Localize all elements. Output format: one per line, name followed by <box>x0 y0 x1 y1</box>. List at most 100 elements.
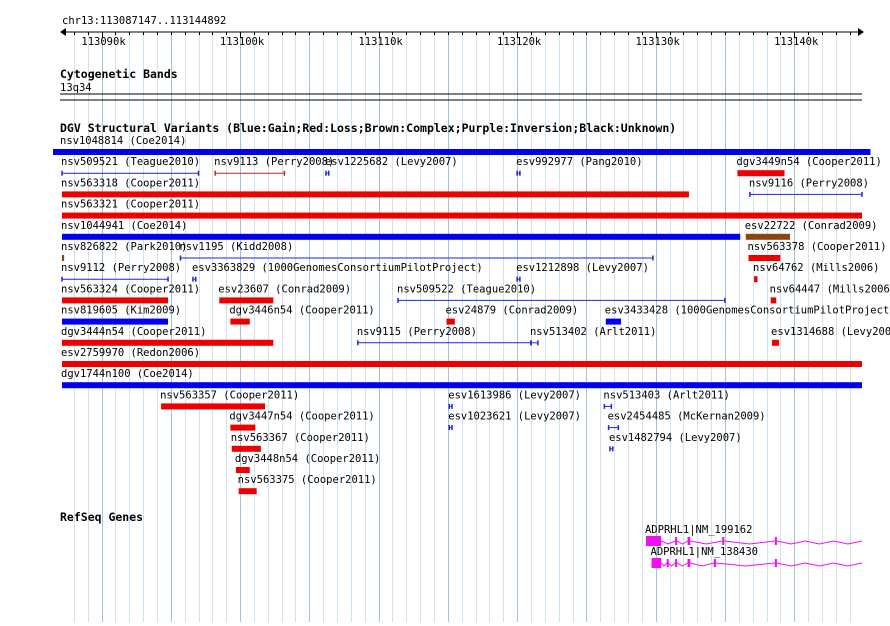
dgv-feature[interactable]: nsv1044941 (Coe2014) <box>61 220 741 240</box>
dgv-feature[interactable]: nsv819605 (Kim2009) <box>61 305 181 325</box>
cytoband-track: Cytogenetic Bands 13q34 <box>60 67 862 101</box>
dgv-feature[interactable]: esv3433428 (1000GenomesConsortiumPilotPr… <box>605 305 890 325</box>
dgv-feature-label: esv2454485 (McKernan2009) <box>608 411 766 423</box>
dgv-feature[interactable]: esv992977 (Pang2010) <box>516 156 643 176</box>
dgv-features: nsv1048814 (Coe2014) nsv509521 (Teague201… <box>53 135 890 495</box>
dgv-feature[interactable]: esv2454485 (McKernan2009) <box>608 411 766 431</box>
refseq-track: RefSeq Genes ADPRHL1|NM_199162 ADPRHL1|NM… <box>60 510 863 568</box>
dgv-feature-label: dgv3448n54 (Cooper2011) <box>235 453 380 465</box>
dgv-feature-label: nsv563321 (Cooper2011) <box>61 199 200 211</box>
dgv-feature[interactable]: nsv1048814 (Coe2014) <box>53 135 871 155</box>
dgv-feature[interactable]: nsv563357 (Cooper2011) <box>160 389 299 410</box>
dgv-feature-label: nsv64447 (Mills2006) <box>770 283 890 295</box>
dgv-feature[interactable]: nsv1195 (Kidd2008) <box>179 241 654 261</box>
exon <box>722 537 725 545</box>
dgv-feature[interactable]: nsv509522 (Teague2010) <box>397 283 726 303</box>
dgv-feature-bar <box>235 467 250 473</box>
exon <box>687 559 691 567</box>
dgv-feature-label: nsv563324 (Cooper2011) <box>61 283 200 295</box>
cytoband-track-title: Cytogenetic Bands <box>60 67 178 81</box>
dgv-feature-bar <box>230 424 256 431</box>
dgv-feature-bar <box>62 382 862 389</box>
dgv-feature-label: esv3363829 (1000GenomesConsortiumPilotPr… <box>192 262 483 274</box>
dgv-feature-label: nsv509521 (Teague2010) <box>61 156 200 168</box>
dgv-feature[interactable]: esv2759970 (Redon2006) <box>61 347 862 367</box>
dgv-feature[interactable]: esv1613986 (Levy2007) <box>448 389 581 409</box>
refseq-track-title: RefSeq Genes <box>60 510 143 524</box>
dgv-feature[interactable]: dgv3444n54 (Cooper2011) <box>61 326 274 346</box>
dgv-feature-bar <box>605 318 622 325</box>
ruler-tick-label: 113130k <box>636 36 681 48</box>
dgv-feature-label: esv992977 (Pang2010) <box>516 156 642 168</box>
dgv-feature[interactable]: esv1314688 (Levy2007) <box>771 326 890 346</box>
intron <box>776 540 863 545</box>
dgv-feature[interactable]: nsv826822 (Park2010) <box>61 241 187 261</box>
exon <box>675 559 678 567</box>
dgv-feature-label: esv1212898 (Levy2007) <box>516 262 649 274</box>
exon <box>774 537 777 545</box>
ruler-tick-label: 113090k <box>81 36 126 48</box>
intron <box>690 540 723 545</box>
dgv-feature[interactable]: nsv563324 (Cooper2011) <box>61 283 200 304</box>
dgv-feature[interactable]: esv24879 (Conrad2009) <box>445 305 578 325</box>
dgv-feature[interactable]: nsv563321 (Cooper2011) <box>61 199 862 219</box>
dgv-feature-bar <box>62 297 169 304</box>
dgv-feature-label: dgv3449n54 (Cooper2011) <box>736 156 881 168</box>
intron <box>661 540 676 545</box>
dgv-feature-label: esv23607 (Conrad2009) <box>218 283 351 295</box>
dgv-feature[interactable]: nsv513402 (Arlt2011) <box>530 326 656 346</box>
dgv-feature-bar <box>737 170 785 177</box>
dgv-feature-bar <box>62 339 274 346</box>
dgv-feature-label: nsv1048814 (Coe2014) <box>60 135 186 147</box>
dgv-feature[interactable]: nsv9113 (Perry2008) <box>214 156 334 176</box>
dgv-feature-bar <box>161 403 266 410</box>
dgv-feature[interactable]: nsv9115 (Perry2008) <box>357 326 532 346</box>
dgv-feature[interactable]: dgv3447n54 (Cooper2011) <box>229 411 375 431</box>
dgv-feature[interactable]: esv1225682 (Levy2007) <box>325 156 458 176</box>
exon <box>666 559 669 567</box>
dgv-feature-label: dgv3444n54 (Cooper2011) <box>61 326 206 338</box>
dgv-feature[interactable]: dgv3449n54 (Cooper2011) <box>736 156 882 177</box>
dgv-feature[interactable]: dgv3448n54 (Cooper2011) <box>235 453 380 473</box>
dgv-feature[interactable]: nsv513403 (Arlt2011) <box>603 389 730 409</box>
dgv-feature[interactable]: nsv64447 (Mills2006) <box>770 283 890 304</box>
dgv-feature-bar <box>231 445 261 452</box>
dgv-feature-label: dgv3447n54 (Cooper2011) <box>229 411 374 423</box>
intron <box>715 562 775 567</box>
dgv-feature[interactable]: esv22722 (Conrad2009) <box>745 220 878 240</box>
dgv-feature[interactable]: nsv509521 (Teague2010) <box>61 156 200 176</box>
intron <box>676 540 688 545</box>
dgv-feature[interactable]: nsv563367 (Cooper2011) <box>231 432 370 452</box>
dgv-feature[interactable]: esv23607 (Conrad2009) <box>218 283 351 304</box>
dgv-feature[interactable]: esv1023621 (Levy2007) <box>448 411 581 431</box>
dgv-feature-bar <box>53 149 871 155</box>
dgv-feature-label: esv24879 (Conrad2009) <box>445 305 578 317</box>
dgv-feature-bar <box>446 318 455 325</box>
dgv-feature-label: esv3433428 (1000GenomesConsortiumPilotPr… <box>605 305 890 317</box>
dgv-feature-bar <box>238 488 257 495</box>
dgv-feature[interactable]: dgv1744n100 (Coe2014) <box>61 368 862 389</box>
dgv-feature[interactable]: nsv563375 (Cooper2011) <box>238 474 377 495</box>
dgv-feature[interactable]: nsv64762 (Mills2006) <box>753 262 879 283</box>
dgv-feature-label: nsv563375 (Cooper2011) <box>238 474 377 486</box>
dgv-feature-label: esv1225682 (Levy2007) <box>325 156 458 168</box>
dgv-feature-label: esv1482794 (Levy2007) <box>609 432 742 444</box>
dgv-track: DGV Structural Variants (Blue:Gain;Red:L… <box>53 121 890 495</box>
dgv-feature[interactable]: nsv563378 (Cooper2011) <box>748 241 887 261</box>
intron <box>776 562 863 567</box>
dgv-feature[interactable]: nsv9116 (Perry2008) <box>749 177 869 197</box>
intron <box>676 562 688 567</box>
dgv-feature-label: esv1023621 (Levy2007) <box>448 411 581 423</box>
dgv-feature[interactable]: nsv9112 (Perry2008) <box>61 262 181 282</box>
ruler-left-arrow <box>60 28 66 36</box>
refseq-transcript[interactable]: ADPRHL1|NM_138430 <box>651 546 863 568</box>
dgv-feature-bar <box>230 318 250 325</box>
dgv-feature[interactable]: dgv3446n54 (Cooper2011) <box>229 305 375 325</box>
dgv-feature-bar <box>745 233 791 240</box>
transcript-label: ADPRHL1|NM_138430 <box>651 546 758 558</box>
dgv-feature-bar <box>62 318 169 325</box>
dgv-feature[interactable]: nsv563318 (Cooper2011) <box>61 177 689 198</box>
dgv-feature-label: nsv563318 (Cooper2011) <box>61 177 200 189</box>
dgv-feature-label: nsv826822 (Park2010) <box>61 241 187 253</box>
intron <box>690 562 714 567</box>
